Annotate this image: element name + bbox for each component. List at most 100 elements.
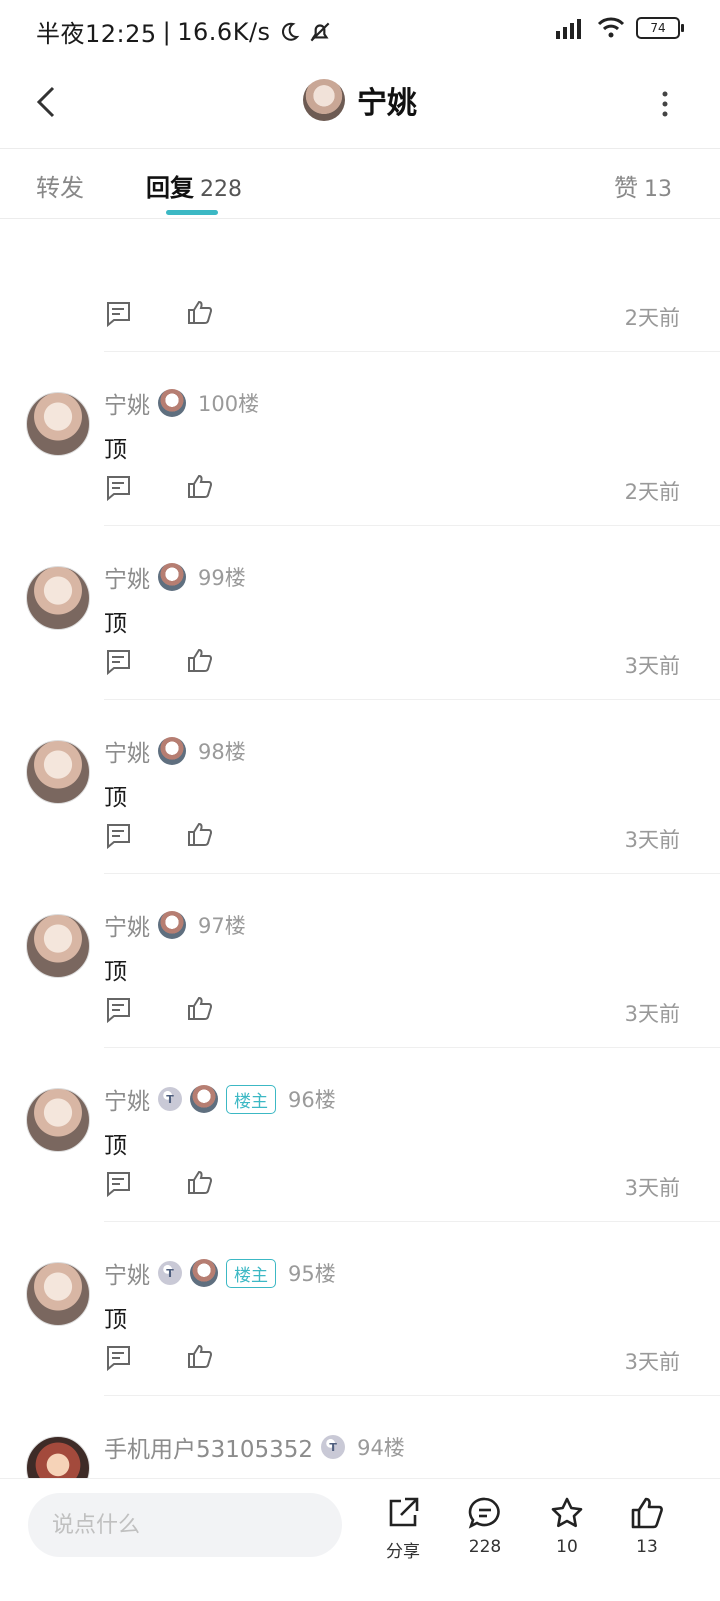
comment-icon[interactable] <box>104 1344 132 1372</box>
like-button[interactable]: 13 <box>617 1495 677 1557</box>
reply-actions: 3天前 <box>104 814 680 858</box>
reply-button[interactable]: 228 <box>455 1495 515 1557</box>
like-count: 13 <box>636 1537 658 1557</box>
back-button[interactable] <box>26 82 66 122</box>
tab-active-indicator <box>166 210 218 215</box>
tab-bar: 转发 回复 228 赞 13 <box>0 148 720 219</box>
star-icon <box>551 1497 583 1528</box>
share-label: 分享 <box>386 1542 420 1562</box>
reply-meta: 宁姚 100楼 <box>104 386 259 420</box>
reply-actions: 3天前 <box>104 988 680 1032</box>
reply-count: 228 <box>468 1537 502 1557</box>
thumbs-up-icon[interactable] <box>186 472 214 500</box>
thumbs-up-icon[interactable] <box>186 646 214 674</box>
reply-meta: 宁姚 98楼 <box>104 734 246 768</box>
thumbs-up-icon[interactable] <box>186 298 214 326</box>
list-item: 2天前 <box>0 220 720 352</box>
mascot-badge-icon <box>158 737 186 765</box>
reply-author[interactable]: 宁姚 <box>104 734 150 768</box>
header-avatar[interactable] <box>303 79 345 121</box>
status-separator: | <box>162 17 172 46</box>
reply-author[interactable]: 宁姚 <box>104 386 150 420</box>
comment-icon[interactable] <box>104 648 132 676</box>
reply-floor: 99楼 <box>198 566 246 590</box>
list-item[interactable]: 宁姚 T 楼主 95楼 顶 3天前 <box>0 1222 720 1396</box>
wifi-icon <box>597 17 625 38</box>
reply-floor: 98楼 <box>198 740 246 764</box>
reply-time: 3天前 <box>624 654 680 678</box>
list-item[interactable]: 宁姚 97楼 顶 3天前 <box>0 874 720 1048</box>
favorite-count: 10 <box>556 1537 578 1557</box>
back-icon <box>36 86 55 118</box>
status-time: 半夜12:25 <box>36 20 157 48</box>
avatar[interactable] <box>26 740 90 804</box>
comment-icon[interactable] <box>104 996 132 1024</box>
more-button[interactable] <box>650 84 680 124</box>
reply-time: 2天前 <box>624 480 680 504</box>
reply-author[interactable]: 宁姚 <box>104 908 150 942</box>
comment-icon[interactable] <box>104 1170 132 1198</box>
tab-like[interactable]: 赞 13 <box>614 168 672 203</box>
moon-icon <box>281 22 299 41</box>
reply-author[interactable]: 宁姚 <box>104 1082 150 1116</box>
comment-icon[interactable] <box>104 474 132 502</box>
avatar[interactable] <box>26 914 90 978</box>
list-item[interactable]: 宁姚 98楼 顶 3天前 <box>0 700 720 874</box>
reply-time: 3天前 <box>624 1002 680 1026</box>
signal-icon <box>556 19 581 39</box>
reply-content: 顶 <box>104 437 127 463</box>
list-item[interactable]: 手机用户53105352 T 94楼 <box>0 1396 720 1478</box>
comment-icon[interactable] <box>104 822 132 850</box>
share-button[interactable]: 分享 <box>373 1495 433 1562</box>
comment-icon[interactable] <box>104 300 132 328</box>
header-title-group[interactable]: 宁姚 <box>303 78 417 122</box>
reply-list[interactable]: 2天前 宁姚 100楼 顶 2天前 宁姚 99楼 顶 3天前 宁姚 98楼 顶 … <box>0 220 720 1478</box>
thread-owner-badge: 楼主 <box>226 1084 276 1114</box>
reply-floor: 97楼 <box>198 914 246 938</box>
list-item[interactable]: 宁姚 T 楼主 96楼 顶 3天前 <box>0 1048 720 1222</box>
reply-author[interactable]: 手机用户53105352 <box>104 1430 313 1464</box>
bottom-action-bar: 分享 228 10 13 <box>0 1478 720 1601</box>
thumbs-up-icon[interactable] <box>186 820 214 848</box>
tab-like-label: 赞 <box>614 174 638 202</box>
level-medal-icon: T <box>158 1087 182 1111</box>
reply-content: 顶 <box>104 959 127 985</box>
reply-meta: 宁姚 T 楼主 96楼 <box>104 1082 336 1116</box>
avatar[interactable] <box>26 1262 90 1326</box>
avatar[interactable] <box>26 566 90 630</box>
tab-like-count: 13 <box>644 177 672 202</box>
thumbs-up-icon[interactable] <box>186 1168 214 1196</box>
reply-meta: 宁姚 T 楼主 95楼 <box>104 1256 336 1290</box>
chat-bubble-icon <box>468 1497 500 1529</box>
mascot-badge-icon <box>158 563 186 591</box>
reply-author[interactable]: 宁姚 <box>104 1256 150 1290</box>
avatar[interactable] <box>26 392 90 456</box>
status-right: 74 <box>554 16 684 40</box>
avatar[interactable] <box>26 1436 90 1478</box>
mascot-badge-icon <box>158 389 186 417</box>
tab-repost[interactable]: 转发 <box>36 168 84 203</box>
reply-time: 2天前 <box>624 306 680 330</box>
reply-content: 顶 <box>104 785 127 811</box>
status-left: 半夜12:25 | 16.6K/s <box>36 14 333 49</box>
reply-meta: 宁姚 99楼 <box>104 560 246 594</box>
mute-bell-icon <box>310 22 329 41</box>
reply-author[interactable]: 宁姚 <box>104 560 150 594</box>
reply-time: 3天前 <box>624 828 680 852</box>
tab-reply[interactable]: 回复 228 <box>146 168 242 203</box>
favorite-button[interactable]: 10 <box>537 1495 597 1557</box>
avatar[interactable] <box>26 1088 90 1152</box>
reply-content: 顶 <box>104 611 127 637</box>
comment-input[interactable] <box>28 1493 342 1557</box>
reply-content: 顶 <box>104 1133 127 1159</box>
thumbs-up-icon <box>631 1497 663 1529</box>
thumbs-up-icon[interactable] <box>186 994 214 1022</box>
app-bar: 宁姚 <box>0 64 720 149</box>
list-item[interactable]: 宁姚 100楼 顶 2天前 <box>0 352 720 526</box>
list-item[interactable]: 宁姚 99楼 顶 3天前 <box>0 526 720 700</box>
mascot-badge-icon <box>190 1259 218 1287</box>
reply-actions: 2天前 <box>104 292 680 336</box>
reply-actions: 3天前 <box>104 640 680 684</box>
thumbs-up-icon[interactable] <box>186 1342 214 1370</box>
reply-actions: 3天前 <box>104 1162 680 1206</box>
